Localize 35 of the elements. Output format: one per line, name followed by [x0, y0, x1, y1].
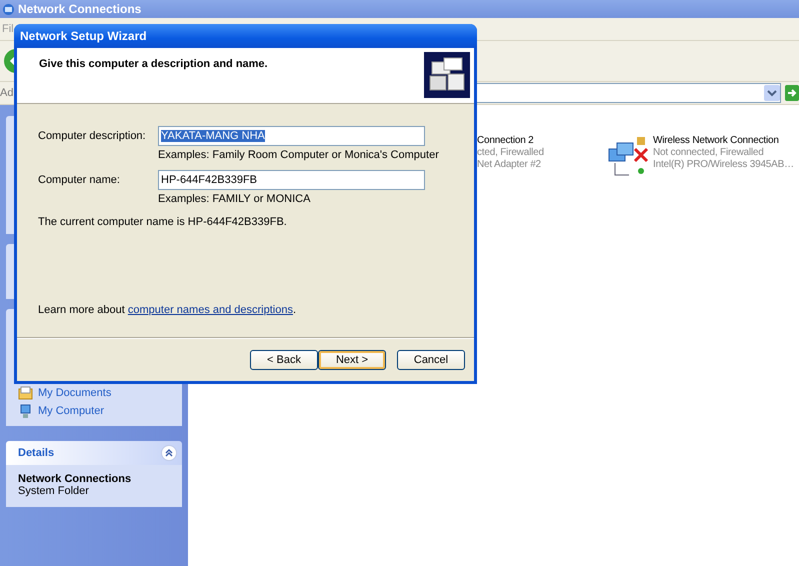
dropdown-icon [764, 85, 780, 101]
connection-name[interactable]: Connection 2 [477, 135, 544, 147]
names-help-link[interactable]: computer names and descriptions [128, 304, 293, 316]
wizard-heading: Give this computer a description and name. [39, 58, 268, 72]
field-label: Computer description: [38, 130, 147, 142]
field-hint: Examples: FAMILY or MONICA [158, 193, 312, 205]
go-icon [785, 85, 799, 101]
connection-device: Intel(R) PRO/Wireless 3945AB… [653, 159, 794, 171]
address-label: Ad [0, 87, 14, 99]
input-field[interactable]: YAKATA-MANG NHA [158, 126, 425, 146]
computer-icon [18, 404, 33, 418]
connection-status: cted, Firewalled [477, 147, 544, 159]
panel-title: Details [18, 447, 54, 459]
network-connections-icon [2, 2, 15, 16]
collapse-button[interactable] [161, 445, 177, 461]
networked-computers-icon [424, 52, 470, 98]
chevron-icon [165, 449, 173, 457]
field-label: Computer name: [38, 174, 121, 186]
place-link[interactable]: My Documents [38, 387, 112, 399]
field-hint: Examples: Family Room Computer or Monica's Computer [158, 149, 440, 161]
connection-name[interactable]: Wireless Network Connection [653, 135, 794, 147]
folder-name: Network Connections [18, 473, 132, 485]
back-button[interactable]: < Back [250, 350, 318, 370]
input-field[interactable]: HP-644F42B339FB [158, 170, 425, 190]
connection-status: Not connected, Firewalled [653, 147, 765, 159]
folder-icon [18, 386, 33, 400]
folder-type: System Folder [18, 485, 90, 497]
next-button[interactable]: Next > [318, 350, 386, 370]
learn-more-text: Learn more about computer names and descriptions. [38, 304, 298, 316]
connection-device: Net Adapter #2 [477, 159, 542, 171]
cancel-button[interactable]: Cancel [397, 350, 465, 370]
dialog-title: Network Setup Wizard [20, 29, 147, 43]
current-name-text: The current computer name is HP-644F42B339FB. [38, 216, 288, 228]
window-title: Network Connections [18, 2, 142, 16]
place-link[interactable]: My Computer [38, 405, 104, 417]
